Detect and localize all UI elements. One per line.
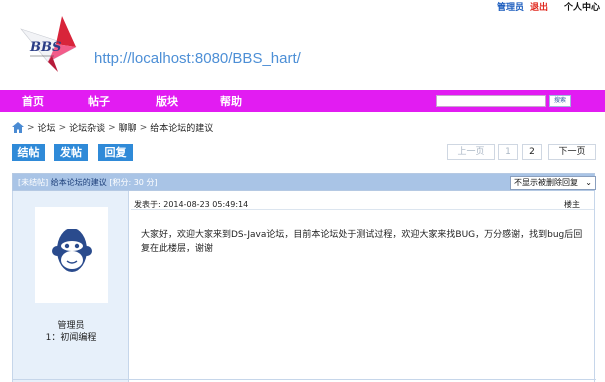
divider [131,209,594,210]
thread-title: 给本论坛的建议 [50,178,107,187]
breadcrumb-separator: > [108,122,116,133]
thread-title-bar: [未结帖] 给本论坛的建议 [积分: 30 分] 不显示被删除回复 ⌄ [12,173,596,191]
user-bar: 管理员 退出 个人中心 [497,0,600,13]
breadcrumb-thread: 给本论坛的建议 [150,124,214,134]
author-rank: 1：初闻编程 [45,333,97,343]
page-1-button[interactable]: 1 [498,144,518,160]
search-button[interactable]: 搜索 [549,95,571,107]
posted-label: 发表于: [134,200,161,209]
next-page-button[interactable]: 下一页 [548,144,596,160]
breadcrumb-section[interactable]: 论坛杂谈 [69,121,105,134]
thread-points: [积分: 30 分] [109,178,158,187]
site-logo[interactable]: BBS [18,14,80,76]
site-url[interactable]: http://localhost:8080/BBS_hart/ [94,50,301,67]
main-navbar: 首页 帖子 版块 帮助 搜索 [0,90,605,112]
breadcrumb-separator: > [58,122,67,133]
logo-text: BBS [29,40,61,55]
breadcrumb-separator: > [27,122,35,133]
chevron-down-icon: ⌄ [585,178,592,187]
breadcrumb-forum[interactable]: 论坛 [38,121,56,134]
reply-button[interactable]: 回复 [98,144,133,161]
nav-boards[interactable]: 版块 [156,93,178,109]
logout-link[interactable]: 退出 [530,0,548,13]
post-body: 大家好，欢迎大家来到DS-Java论坛，目前本论坛处于测试过程，欢迎大家来找BU… [141,230,583,254]
breadcrumb-board[interactable]: 聊聊 [119,121,137,134]
post-item: 管理员 1：初闻编程 发表于: 2014-08-23 05:49:14 楼主 大… [12,191,596,382]
thread-heading: [未结帖] 给本论坛的建议 [积分: 30 分] [18,177,158,188]
user-center-link[interactable]: 个人中心 [564,0,600,13]
admin-link[interactable]: 管理员 [497,0,524,13]
thread-status: [未结帖] [18,178,49,187]
nav-help[interactable]: 帮助 [220,93,242,109]
close-thread-button[interactable]: 结帖 [12,144,45,161]
divider [13,379,596,380]
author-panel: 管理员 1：初闻编程 [13,191,129,382]
posted-time: 2014-08-23 05:49:14 [163,200,249,209]
monkey-avatar-icon [52,225,92,272]
new-post-button[interactable]: 发帖 [54,144,88,161]
page-2-button[interactable]: 2 [522,144,542,160]
breadcrumb-separator: > [139,122,148,133]
avatar[interactable] [35,207,108,303]
reply-filter-select[interactable]: 不显示被删除回复 ⌄ [510,176,596,190]
prev-page-button[interactable]: 上一页 [447,144,495,160]
home-icon[interactable] [12,122,24,133]
origami-logo-icon: BBS [20,16,77,72]
breadcrumb: > 论坛 > 论坛杂谈 > 聊聊 > 给本论坛的建议 [12,121,213,134]
nav-home[interactable]: 首页 [22,93,44,109]
reply-filter-value: 不显示被删除回复 [514,178,578,187]
search-input[interactable] [436,95,546,107]
nav-posts[interactable]: 帖子 [88,93,110,109]
